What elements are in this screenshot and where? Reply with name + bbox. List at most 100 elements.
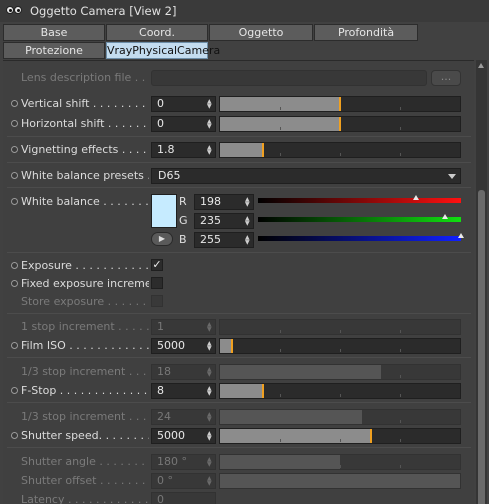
shutter-increment-label: 1/3 stop increment . . . . . . <box>21 410 149 423</box>
fstop-increment-input: 18 ▲ ▼ <box>151 364 216 380</box>
tab-oggetto[interactable]: Oggetto <box>209 24 313 41</box>
white-balance-color-swatch[interactable] <box>151 194 177 228</box>
red-channel-slider[interactable] <box>258 195 461 203</box>
animate-dot-icon[interactable] <box>11 120 18 127</box>
film-iso-input[interactable]: 5000 ▲ ▼ <box>151 338 216 354</box>
tab-profondita[interactable]: Profondità <box>314 24 418 41</box>
slider-tick <box>340 439 341 442</box>
slider-tick <box>400 107 401 110</box>
vertical-shift-slider[interactable] <box>219 96 461 112</box>
spinner-arrows-icon[interactable]: ▲ ▼ <box>207 431 212 442</box>
spinner-arrows-icon[interactable]: ▲ ▼ <box>245 197 250 208</box>
fstop-slider[interactable] <box>219 383 461 399</box>
fstop-label: F-Stop . . . . . . . . . . . . . . . <box>21 384 149 397</box>
vignetting-slider[interactable] <box>219 142 461 158</box>
window-titlebar: Oggetto Camera [View 2] <box>0 0 489 22</box>
animate-dot-icon[interactable] <box>11 280 18 287</box>
slider-tick <box>400 153 401 156</box>
color-expand-button[interactable]: ▶ <box>151 232 173 246</box>
horizontal-shift-slider[interactable] <box>219 116 461 132</box>
slider-tick <box>280 465 281 468</box>
exposure-checkbox[interactable]: ✓ <box>151 259 163 271</box>
spinner-arrows-icon[interactable]: ▲ ▼ <box>207 145 212 156</box>
green-channel-input[interactable]: 235 ▲ ▼ <box>194 213 254 229</box>
white-balance-label: White balance . . . . . . . <box>21 195 149 208</box>
channel-marker-icon[interactable] <box>413 195 419 200</box>
camera-object-icon <box>6 4 24 18</box>
slider-tick <box>280 420 281 423</box>
fstop-input[interactable]: 8 ▲ ▼ <box>151 383 216 399</box>
horizontal-shift-input[interactable]: 0 ▲ ▼ <box>151 116 216 132</box>
spinner-arrows-icon[interactable]: ▲ ▼ <box>207 386 212 397</box>
slider-knob[interactable] <box>231 339 233 353</box>
slider-tick <box>400 375 401 378</box>
animate-dot-icon[interactable] <box>11 198 18 205</box>
latency-label: Latency . . . . . . . . . . . . . . <box>21 493 149 504</box>
lens-description-row: Lens description file . . . . . ... <box>3 69 474 87</box>
slider-tick <box>400 439 401 442</box>
tab-vrayphysicalcamera[interactable]: VrayPhysicalCamera <box>106 42 220 59</box>
channel-marker-icon[interactable] <box>458 233 464 238</box>
vertical-scrollbar[interactable] <box>476 60 487 504</box>
tab-coord[interactable]: Coord. <box>106 24 208 41</box>
slider-knob[interactable] <box>262 384 264 398</box>
spinner-arrows-icon: ▲ ▼ <box>207 321 212 333</box>
fixed-exposure-row: Fixed exposure increments <box>3 275 474 293</box>
spinner-arrows-icon[interactable]: ▲ ▼ <box>207 119 212 130</box>
lens-browse-button: ... <box>431 70 461 86</box>
film-iso-slider[interactable] <box>219 338 461 354</box>
fixed-exposure-label: Fixed exposure increments <box>21 277 149 290</box>
iso-increment-label: 1 stop increment . . . . . . . <box>21 320 149 333</box>
spinner-arrows-icon[interactable]: ▲ ▼ <box>207 99 212 110</box>
tab-protezione[interactable]: Protezione <box>3 42 105 59</box>
slider-tick <box>280 439 281 442</box>
red-channel-input[interactable]: 198 ▲ ▼ <box>194 194 254 210</box>
slider-tick <box>340 465 341 468</box>
green-channel-slider[interactable] <box>258 214 461 222</box>
latency-row: Latency . . . . . . . . . . . . . . 0 <box>3 491 474 504</box>
vertical-shift-input[interactable]: 0 ▲ ▼ <box>151 96 216 112</box>
shutter-angle-label: Shutter angle . . . . . . . . . <box>21 455 149 468</box>
spinner-arrows-icon: ▲ ▼ <box>207 411 212 423</box>
shutter-angle-input: 180 ° ▲ ▼ <box>151 454 216 470</box>
blue-channel-label: B <box>179 233 187 246</box>
parameters-panel: Lens description file . . . . . ... Vert… <box>3 60 474 504</box>
animate-dot-icon[interactable] <box>11 342 18 349</box>
spinner-arrows-icon[interactable]: ▲ ▼ <box>245 216 250 227</box>
vignetting-input[interactable]: 1.8 ▲ ▼ <box>151 142 216 158</box>
animate-dot-icon[interactable] <box>11 432 18 439</box>
store-exposure-label: Store exposure . . . . . . . . <box>21 295 149 308</box>
animate-dot-icon[interactable] <box>11 172 18 179</box>
tab-base[interactable]: Base <box>3 24 105 41</box>
shutter-increment-slider <box>219 409 461 425</box>
scrollbar-thumb[interactable] <box>478 190 485 504</box>
store-exposure-row: Store exposure . . . . . . . . <box>3 293 474 311</box>
shutter-increment-row: 1/3 stop increment . . . . . . 24▲▼ <box>3 408 474 426</box>
slider-knob[interactable] <box>262 143 264 157</box>
vertical-shift-label: Vertical shift . . . . . . . . . . <box>21 97 149 110</box>
scroll-up-arrow-icon[interactable] <box>478 63 484 68</box>
channel-marker-icon[interactable] <box>442 214 448 219</box>
animate-dot-icon[interactable] <box>11 146 18 153</box>
animate-dot-icon[interactable] <box>11 100 18 107</box>
slider-tick <box>340 349 341 352</box>
slider-knob[interactable] <box>370 429 372 443</box>
spinner-arrows-icon[interactable]: ▲ ▼ <box>245 235 250 246</box>
slider-knob[interactable] <box>339 117 341 131</box>
animate-dot-icon[interactable] <box>11 262 18 269</box>
slider-knob[interactable] <box>339 97 341 111</box>
fixed-exposure-checkbox[interactable] <box>151 277 163 289</box>
horizontal-shift-label: Horizontal shift . . . . . . . . <box>21 117 149 130</box>
slider-tick <box>400 349 401 352</box>
blue-channel-input[interactable]: 255 ▲ ▼ <box>194 232 254 248</box>
slider-tick <box>340 153 341 156</box>
slider-tick <box>280 107 281 110</box>
animate-dot-icon[interactable] <box>11 387 18 394</box>
blue-channel-slider[interactable] <box>258 233 464 241</box>
store-exposure-checkbox <box>151 295 163 307</box>
shutter-speed-input[interactable]: 5000 ▲ ▼ <box>151 428 216 444</box>
shutter-speed-slider[interactable] <box>219 428 461 444</box>
white-balance-presets-dropdown[interactable]: D65 <box>151 168 461 184</box>
spinner-arrows-icon[interactable]: ▲ ▼ <box>207 341 212 352</box>
chevron-down-icon <box>448 174 456 179</box>
